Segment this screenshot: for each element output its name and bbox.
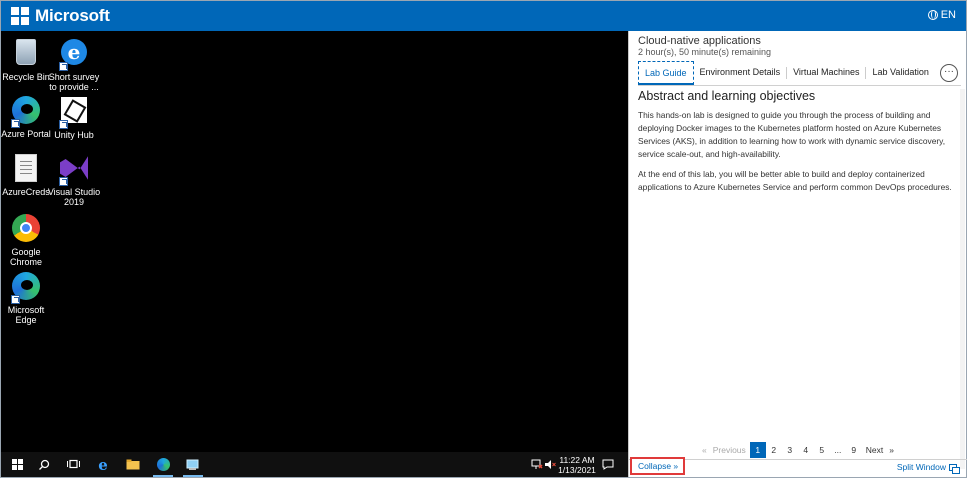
desktop-icon-label: Unity Hub	[54, 130, 94, 140]
tabs-divider	[638, 85, 961, 86]
search-icon	[39, 459, 50, 470]
desktop-icon-label: Short survey to provide ...	[48, 72, 100, 92]
split-window-icon	[949, 463, 960, 474]
network-status[interactable]	[531, 457, 543, 472]
tab-lab-validation[interactable]: Lab Validation	[866, 61, 934, 85]
pagination-page-2[interactable]: 2	[766, 442, 782, 458]
pagination-page-1[interactable]: 1	[749, 442, 766, 458]
pagination-page-3[interactable]: 3	[782, 442, 798, 458]
folder-icon	[126, 459, 140, 470]
desktop-icon-survey[interactable]: e Short survey to provide ...	[46, 37, 102, 92]
edge-icon	[156, 458, 170, 471]
taskbar-ie-button[interactable]: e	[95, 455, 111, 474]
task-view-icon	[66, 459, 80, 469]
globe-icon	[927, 10, 938, 20]
desktop-icon-label: Google Chrome	[9, 247, 42, 267]
pagination-last[interactable]: »	[887, 445, 896, 455]
pagination-previous: Previous	[712, 445, 746, 455]
task-view-button[interactable]	[66, 457, 80, 472]
pagination-page-4[interactable]: 4	[798, 442, 814, 458]
tab-lab-guide[interactable]: Lab Guide	[638, 61, 694, 85]
search-button[interactable]	[37, 457, 51, 472]
shortcut-arrow-icon	[59, 62, 68, 71]
taskbar-clock[interactable]: 11:22 AM 1/13/2021	[557, 455, 597, 475]
paragraph: This hands-on lab is designed to guide y…	[638, 110, 946, 159]
tab-virtual-machines[interactable]: Virtual Machines	[787, 61, 865, 85]
pagination-first: «	[701, 445, 707, 455]
shortcut-arrow-icon	[59, 177, 68, 186]
more-options-button[interactable]: ···	[940, 64, 958, 82]
taskbar-explorer-button[interactable]	[125, 457, 141, 472]
volume-control[interactable]	[544, 457, 556, 472]
desktop-icon-chrome[interactable]: Google Chrome	[0, 213, 54, 267]
remote-desktop[interactable]: Recycle Bin e Short survey to provide ..…	[1, 31, 628, 452]
text-file-icon	[15, 154, 37, 182]
active-app-indicator	[153, 475, 173, 477]
desktop-icon-label: Microsoft Edge	[7, 305, 45, 325]
chrome-icon	[12, 214, 40, 242]
paragraph: At the end of this lab, you will be bett…	[638, 169, 952, 192]
clock-time: 11:22 AM	[559, 455, 595, 465]
recycle-bin-icon	[16, 39, 36, 65]
taskbar-edge-button[interactable]	[154, 457, 172, 472]
ie-icon: e	[98, 455, 108, 474]
desktop-icon-edge[interactable]: Microsoft Edge	[0, 271, 54, 325]
desktop-icon-unity-hub[interactable]: Unity Hub	[46, 95, 102, 140]
shortcut-arrow-icon	[11, 295, 20, 304]
shortcut-arrow-icon	[11, 119, 20, 128]
brand-name: Microsoft	[35, 6, 110, 25]
desktop-icon-label: Visual Studio 2019	[47, 187, 101, 207]
language-label: EN	[940, 9, 956, 21]
pagination-page-9[interactable]: 9	[846, 442, 862, 458]
start-button[interactable]	[10, 457, 24, 472]
notification-icon	[602, 459, 614, 470]
pagination-next[interactable]: Next	[862, 442, 887, 458]
split-window-button[interactable]: Split Window	[896, 462, 960, 474]
split-window-label: Split Window	[896, 462, 946, 472]
remote-desktop-icon	[186, 459, 199, 470]
pagination-ellipsis: ...	[834, 445, 842, 455]
collapse-button[interactable]: Collapse »	[630, 457, 685, 475]
taskbar-rdp-button[interactable]	[184, 457, 202, 472]
language-selector[interactable]: EN	[927, 9, 956, 21]
section-heading: Abstract and learning objectives	[638, 89, 816, 103]
clock-date: 1/13/2021	[558, 465, 596, 475]
active-app-indicator	[183, 475, 203, 477]
lab-title: Cloud-native applications	[638, 35, 761, 47]
top-bar: Microsoft EN	[1, 1, 966, 31]
lab-guide-content: Abstract and learning objectives This ha…	[638, 89, 960, 429]
panel-tabs: Lab Guide Environment Details Virtual Ma…	[638, 61, 935, 85]
microsoft-logo-icon	[11, 7, 29, 25]
time-remaining: 2 hour(s), 50 minute(s) remaining	[638, 47, 772, 57]
taskbar: e 11:22 AM 1/13/2021	[1, 452, 628, 477]
content-scrollbar[interactable]	[960, 89, 965, 469]
pagination-page-5[interactable]: 5	[814, 442, 830, 458]
tab-environment-details[interactable]: Environment Details	[694, 61, 787, 85]
action-center-button[interactable]	[602, 457, 614, 472]
lab-guide-panel: Cloud-native applications 2 hour(s), 50 …	[628, 31, 967, 477]
shortcut-arrow-icon	[59, 120, 68, 129]
windows-logo-icon	[11, 459, 23, 470]
speaker-muted-icon	[545, 460, 556, 469]
desktop-icon-visual-studio[interactable]: Visual Studio 2019	[46, 153, 102, 207]
network-icon	[531, 459, 543, 469]
